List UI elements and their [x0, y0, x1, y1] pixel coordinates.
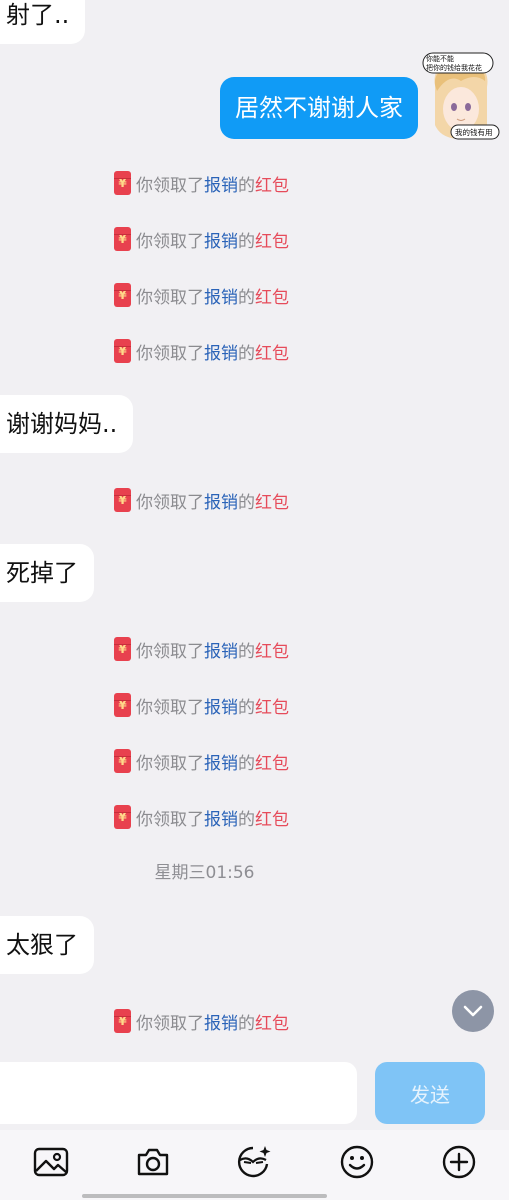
red-packet-icon: ¥ [114, 749, 131, 773]
message-timestamp: 星期三01:56 [154, 863, 255, 883]
sticker-button[interactable] [234, 1142, 274, 1182]
message-text: 谢谢妈妈.. [6, 410, 118, 438]
red-packet-notice[interactable]: ¥ 你领取了 报销的红包 [114, 692, 289, 718]
notice-text: 的 [238, 1013, 255, 1034]
sticker-icon [237, 1146, 271, 1178]
red-packet-notice[interactable]: ¥ 你领取了 报销的红包 [114, 282, 289, 308]
sender-link[interactable]: 报销 [204, 805, 238, 830]
red-packet-link[interactable]: 红包 [255, 805, 289, 830]
notice-text: 的 [238, 343, 255, 364]
red-packet-link[interactable]: 红包 [255, 283, 289, 308]
red-packet-link[interactable]: 红包 [255, 339, 289, 364]
sender-link[interactable]: 报销 [204, 227, 238, 252]
red-packet-notice[interactable]: ¥ 你领取了 报销的红包 [114, 1008, 289, 1034]
notice-text: 你领取了 [136, 753, 204, 774]
plus-icon [442, 1145, 476, 1179]
red-packet-icon: ¥ [114, 637, 131, 661]
red-packet-icon: ¥ [114, 805, 131, 829]
emoji-icon [340, 1145, 374, 1179]
red-packet-notice[interactable]: ¥ 你领取了 报销的红包 [114, 804, 289, 830]
notice-text: 的 [238, 287, 255, 308]
notice-text: 的 [238, 492, 255, 513]
send-button[interactable]: 发送 [375, 1062, 485, 1124]
sticker-text: 你能不能 [426, 54, 454, 63]
incoming-message[interactable]: 死掉了 [0, 544, 94, 602]
message-text: 居然不谢谢人家 [235, 94, 403, 122]
notice-text: 你领取了 [136, 231, 204, 252]
sender-link[interactable]: 报销 [204, 171, 238, 196]
notice-text: 你领取了 [136, 287, 204, 308]
notice-text: 你领取了 [136, 697, 204, 718]
user-avatar-sticker[interactable]: 你能不能 把你的钱给我花花 我的钱有用 [421, 51, 501, 143]
more-button[interactable] [439, 1142, 479, 1182]
red-packet-icon: ¥ [114, 339, 131, 363]
red-packet-link[interactable]: 红包 [255, 171, 289, 196]
message-text: 太狠了 [6, 931, 78, 959]
red-packet-icon: ¥ [114, 227, 131, 251]
incoming-message[interactable]: 射了.. [0, 0, 86, 44]
chevron-down-icon [463, 1005, 483, 1017]
notice-text: 的 [238, 809, 255, 830]
message-input[interactable] [0, 1062, 357, 1124]
red-packet-icon: ¥ [114, 283, 131, 307]
sticker-text: 我的钱有用 [455, 127, 493, 137]
red-packet-link[interactable]: 红包 [255, 488, 289, 513]
red-packet-notice[interactable]: ¥ 你领取了 报销的红包 [114, 487, 289, 513]
sender-link[interactable]: 报销 [204, 693, 238, 718]
sender-link[interactable]: 报销 [204, 749, 238, 774]
red-packet-icon: ¥ [114, 488, 131, 512]
red-packet-notice[interactable]: ¥ 你领取了 报销的红包 [114, 636, 289, 662]
camera-icon [137, 1148, 169, 1176]
incoming-message[interactable]: 谢谢妈妈.. [0, 395, 134, 453]
sender-link[interactable]: 报销 [204, 1009, 238, 1034]
scroll-to-bottom-button[interactable] [452, 990, 494, 1032]
notice-text: 的 [238, 641, 255, 662]
red-packet-link[interactable]: 红包 [255, 1009, 289, 1034]
home-indicator[interactable] [82, 1194, 327, 1198]
image-button[interactable] [31, 1142, 71, 1182]
message-text: 射了.. [6, 1, 70, 29]
notice-text: 你领取了 [136, 641, 204, 662]
red-packet-icon: ¥ [114, 171, 131, 195]
message-text: 死掉了 [6, 559, 78, 587]
red-packet-link[interactable]: 红包 [255, 693, 289, 718]
red-packet-notice[interactable]: ¥ 你领取了 报销的红包 [114, 170, 289, 196]
sticker-text: 把你的钱给我花花 [426, 63, 482, 72]
sender-link[interactable]: 报销 [204, 637, 238, 662]
red-packet-link[interactable]: 红包 [255, 749, 289, 774]
notice-text: 你领取了 [136, 1013, 204, 1034]
notice-text: 你领取了 [136, 809, 204, 830]
red-packet-icon: ¥ [114, 1009, 131, 1033]
red-packet-icon: ¥ [114, 693, 131, 717]
emoji-button[interactable] [337, 1142, 377, 1182]
notice-text: 你领取了 [136, 343, 204, 364]
chat-history[interactable]: 射了.. 居然不谢谢人家 你能不能 把你的钱给我花花 我的钱有用 ¥ 你领取了 报销… [0, 0, 509, 1052]
camera-button[interactable] [133, 1142, 173, 1182]
red-packet-link[interactable]: 红包 [255, 227, 289, 252]
notice-text: 的 [238, 231, 255, 252]
notice-text: 的 [238, 753, 255, 774]
image-icon [33, 1147, 69, 1177]
notice-text: 的 [238, 697, 255, 718]
incoming-message[interactable]: 太狠了 [0, 916, 94, 974]
red-packet-notice[interactable]: ¥ 你领取了 报销的红包 [114, 226, 289, 252]
red-packet-link[interactable]: 红包 [255, 637, 289, 662]
red-packet-notice[interactable]: ¥ 你领取了 报销的红包 [114, 338, 289, 364]
sender-link[interactable]: 报销 [204, 339, 238, 364]
outgoing-message[interactable]: 居然不谢谢人家 [220, 77, 418, 139]
red-packet-notice[interactable]: ¥ 你领取了 报销的红包 [114, 748, 289, 774]
sender-link[interactable]: 报销 [204, 283, 238, 308]
sender-link[interactable]: 报销 [204, 488, 238, 513]
notice-text: 的 [238, 175, 255, 196]
notice-text: 你领取了 [136, 175, 204, 196]
notice-text: 你领取了 [136, 492, 204, 513]
